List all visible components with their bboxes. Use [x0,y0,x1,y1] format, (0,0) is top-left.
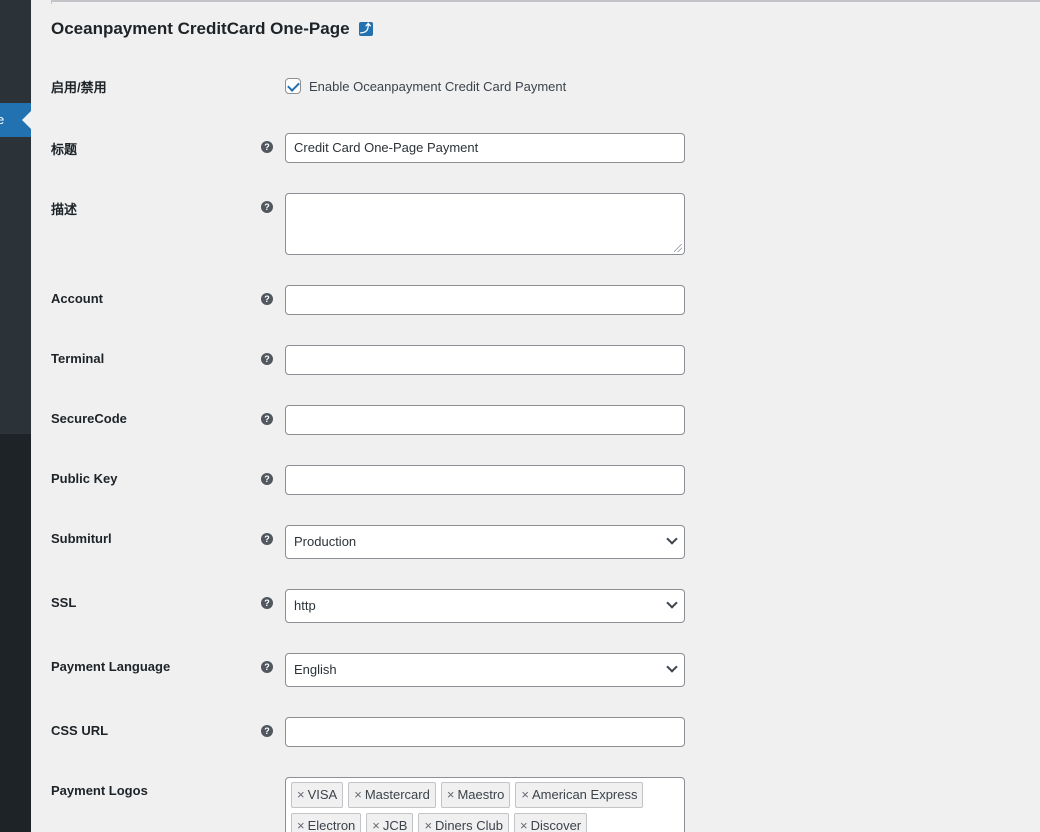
remove-tag-icon[interactable]: × [297,814,305,832]
payment-language-select[interactable]: English [285,653,685,687]
return-link-icon[interactable]: ⤴ [358,22,373,36]
account-label: Account [51,291,103,306]
logo-tag-label: American Express [532,787,638,802]
title-label: 标题 [51,142,78,157]
payment-language-label: Payment Language [51,659,171,674]
public-key-label: Public Key [51,471,118,486]
help-icon[interactable]: ? [261,597,273,609]
logo-tag-label: Maestro [457,787,505,802]
help-icon[interactable]: ? [261,201,273,213]
admin-sidebar: e [0,0,31,832]
securecode-input[interactable] [285,405,685,435]
enable-checkbox-label: Enable Oceanpayment Credit Card Payment [309,78,567,94]
logo-tag[interactable]: × Diners Club [418,813,509,832]
sidebar-current-arrow [22,111,31,129]
top-divider-corner [51,0,52,4]
remove-tag-icon[interactable]: × [424,814,432,832]
remove-tag-icon[interactable]: × [372,814,380,832]
sidebar-submenu-bg [0,0,31,434]
remove-tag-icon[interactable]: × [297,783,305,807]
chevron-down-icon [666,661,678,673]
ssl-selected-value: http [294,598,316,613]
remove-tag-icon[interactable]: × [520,814,528,832]
remove-tag-icon[interactable]: × [354,783,362,807]
top-divider [51,0,1040,2]
logo-tag[interactable]: × VISA [291,782,344,808]
public-key-input[interactable] [285,465,685,495]
logo-tag[interactable]: × Electron [291,813,362,832]
description-label: 描述 [51,202,78,217]
page-title-text: Oceanpayment CreditCard One-Page [51,19,350,38]
help-icon[interactable]: ? [261,533,273,545]
logo-tag-label: Discover [530,818,582,832]
page-title: Oceanpayment CreditCard One-Page ⤴ [51,19,373,39]
logo-tag[interactable]: × Mastercard [348,782,436,808]
logo-tag-label: Electron [307,818,356,832]
submiturl-selected-value: Production [294,534,357,549]
sidebar-current-item-label: e [0,112,5,127]
help-icon[interactable]: ? [261,473,273,485]
terminal-input[interactable] [285,345,685,375]
help-icon[interactable]: ? [261,293,273,305]
payment-language-selected-value: English [294,662,337,677]
help-icon[interactable]: ? [261,725,273,737]
logo-tag[interactable]: × Maestro [440,782,511,808]
payment-logos-label: Payment Logos [51,783,148,798]
title-input[interactable]: Credit Card One-Page Payment [285,133,685,163]
ssl-label: SSL [51,595,77,610]
resize-handle-icon[interactable] [674,244,682,252]
help-icon[interactable]: ? [261,661,273,673]
help-icon[interactable]: ? [261,141,273,153]
logo-tag-label: JCB [382,818,408,832]
css-url-input[interactable] [285,717,685,747]
help-icon[interactable]: ? [261,413,273,425]
enable-label: 启用/禁用 [51,80,107,95]
enable-checkbox-row[interactable]: Enable Oceanpayment Credit Card Payment [285,78,566,94]
logo-tag[interactable]: × JCB [366,813,414,832]
logo-tag-label: Diners Club [435,818,503,832]
securecode-label: SecureCode [51,411,127,426]
remove-tag-icon[interactable]: × [447,783,455,807]
submiturl-label: Submiturl [51,531,112,546]
chevron-down-icon [666,597,678,609]
logo-tag-label: Mastercard [364,787,430,802]
logo-tag[interactable]: × American Express [515,782,644,808]
help-icon[interactable]: ? [261,353,273,365]
description-textarea[interactable] [285,193,685,255]
logo-tag-label: VISA [307,787,338,802]
css-url-label: CSS URL [51,723,109,738]
logo-tag[interactable]: × Discover [513,813,588,832]
payment-logos-multiselect[interactable]: × VISA × Mastercard × Maestro × American Exp… [285,777,685,832]
enable-checkbox[interactable] [285,78,301,94]
ssl-select[interactable]: http [285,589,685,623]
remove-tag-icon[interactable]: × [521,783,529,807]
chevron-down-icon [666,533,678,545]
terminal-label: Terminal [51,351,105,366]
account-input[interactable] [285,285,685,315]
submiturl-select[interactable]: Production [285,525,685,559]
